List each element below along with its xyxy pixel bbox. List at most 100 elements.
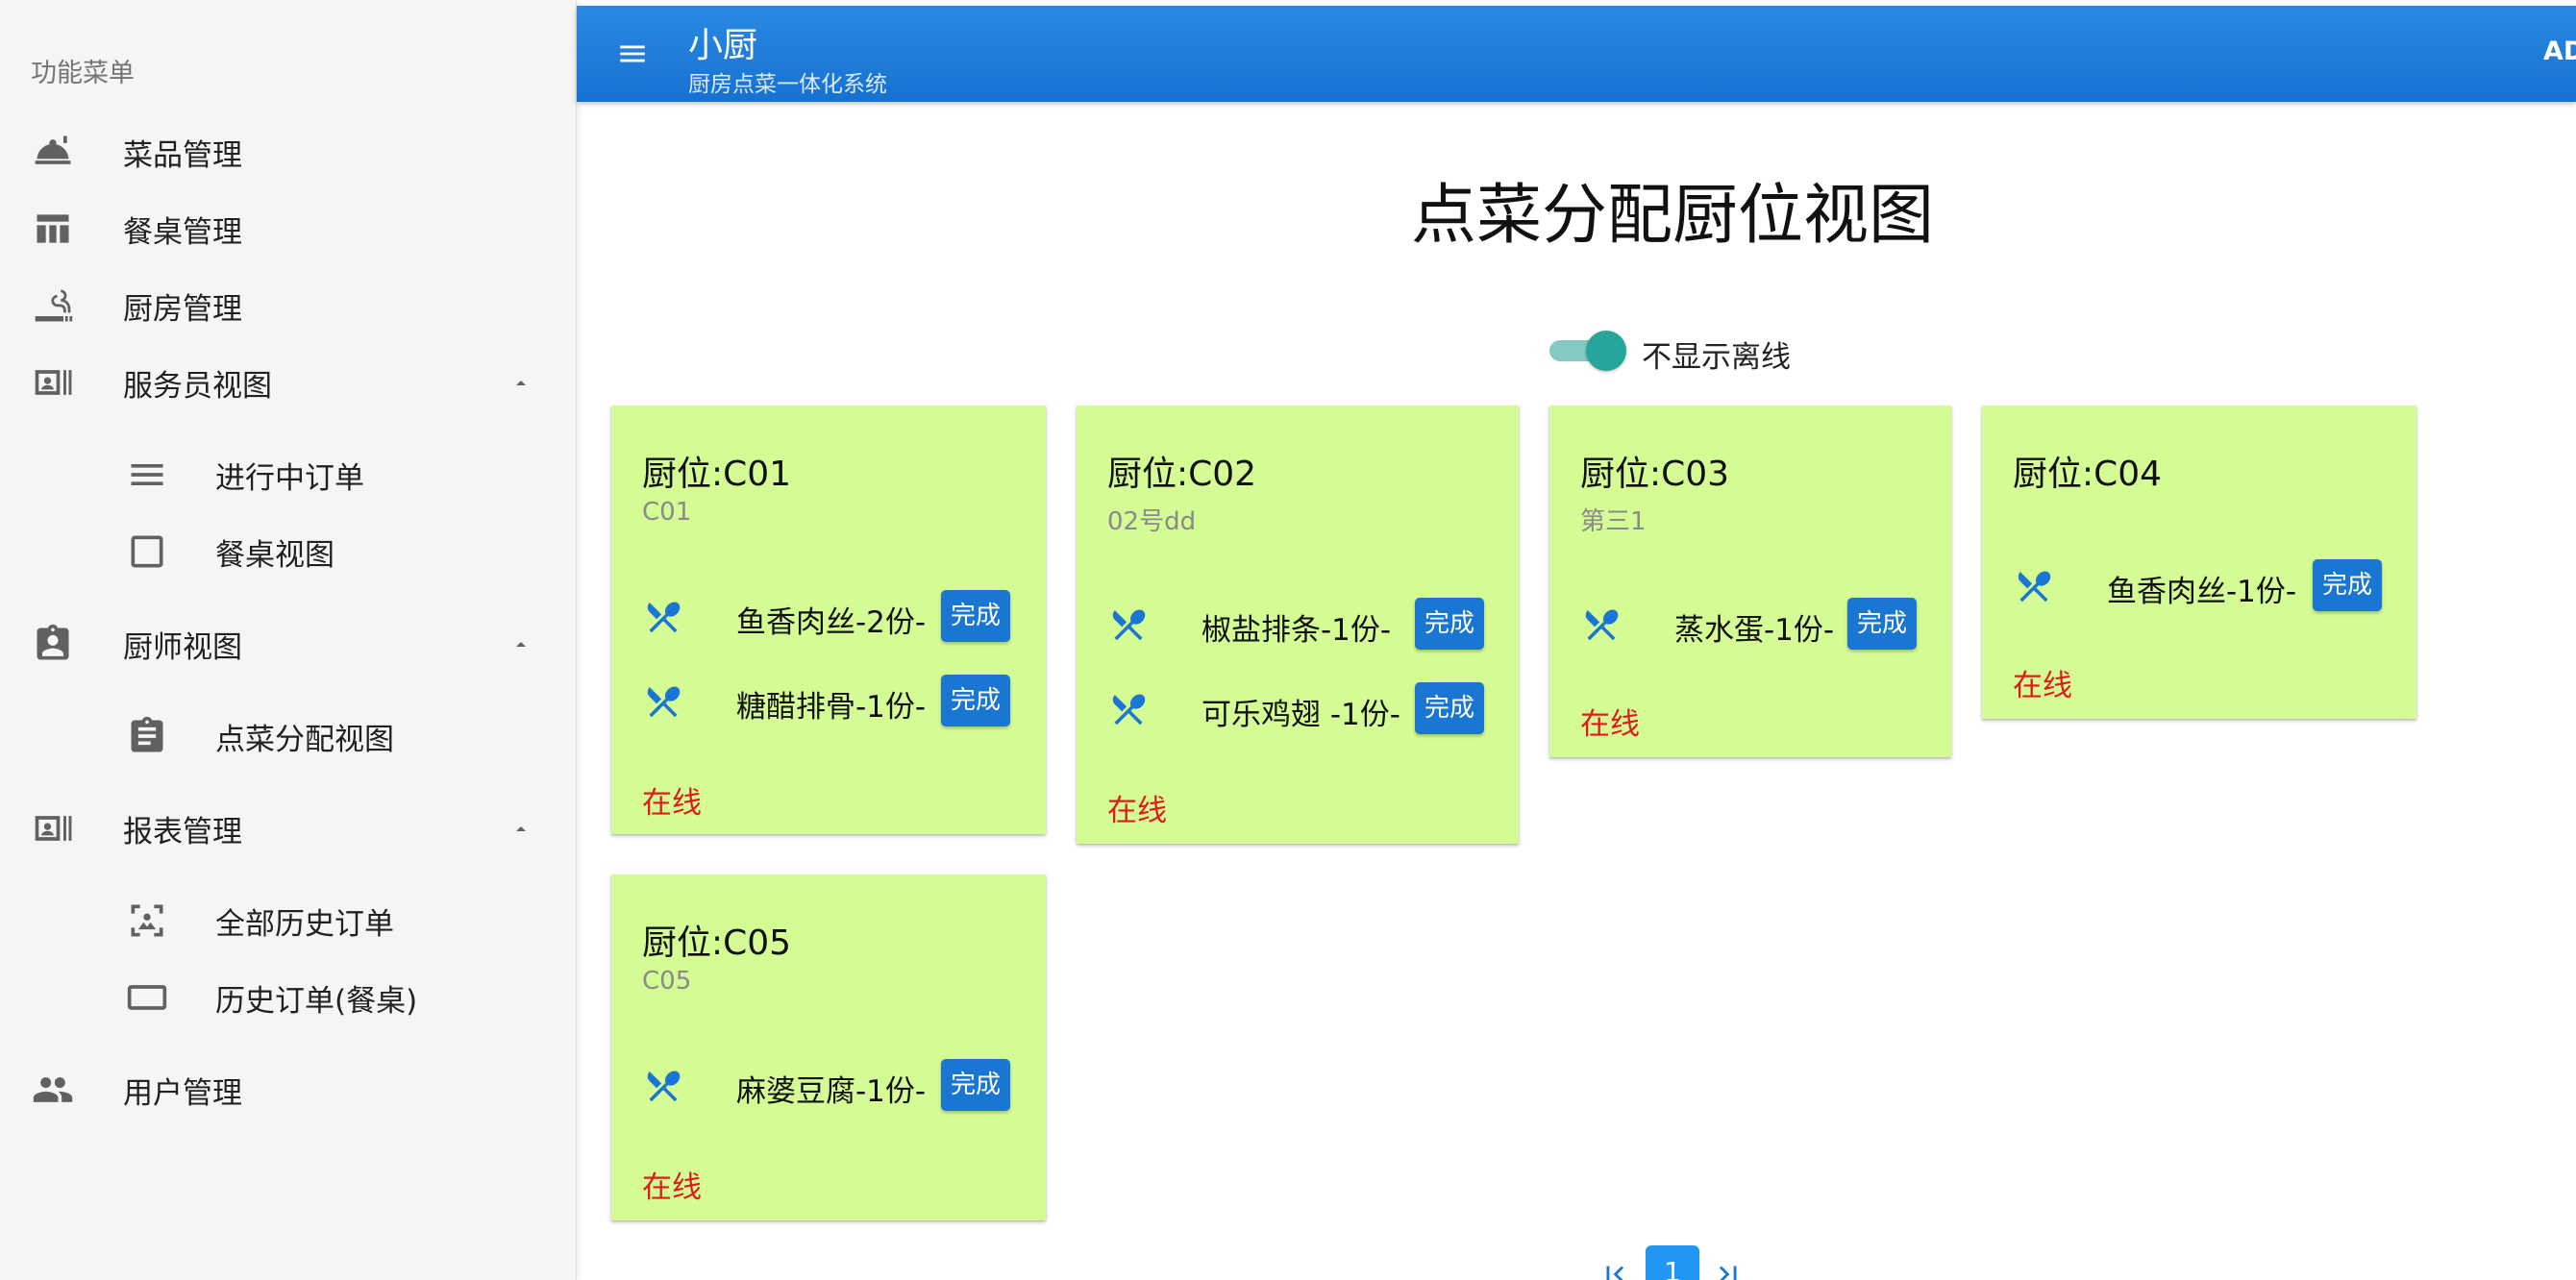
utensils-icon xyxy=(2013,565,2055,607)
table-icon xyxy=(32,208,74,250)
user-menu-button[interactable]: AD xyxy=(2543,37,2576,66)
sidebar-item-label: 报表管理 xyxy=(123,814,242,849)
complete-button[interactable]: 完成 xyxy=(2313,559,2382,611)
station-card-c01: 厨位:C01 C01 鱼香肉丝-2份- 完成 糖醋排骨-1份- 完成 在线 xyxy=(611,406,1046,834)
dish-name: 蒸水蛋-1份- xyxy=(1674,613,1835,648)
utensils-icon xyxy=(1107,688,1150,730)
sidebar: 功能菜单 菜品管理 餐桌管理 厨房管理 服务员视图 进行中订单 餐桌视图 厨师视… xyxy=(0,0,577,1280)
station-status: 在线 xyxy=(642,1170,702,1205)
sidebar-group-report-management[interactable]: 报表管理 xyxy=(0,794,577,863)
sidebar-item-label: 历史订单(餐桌) xyxy=(215,983,418,1019)
station-status: 在线 xyxy=(2013,669,2072,703)
hide-offline-label: 不显示离线 xyxy=(1642,340,1791,375)
sidebar-item-label: 厨师视图 xyxy=(123,629,242,665)
sidebar-group-chef-view[interactable]: 厨师视图 xyxy=(0,609,577,678)
caret-up-icon xyxy=(509,632,533,655)
clipboard-person-icon xyxy=(32,623,74,665)
page-title: 点菜分配厨位视图 xyxy=(1410,178,1934,254)
badge-icon xyxy=(32,807,74,849)
station-title: 厨位:C01 xyxy=(642,455,792,494)
sidebar-item-dish-assignment-view[interactable]: 点菜分配视图 xyxy=(0,702,577,771)
dish-name: 糖醋排骨-1份- xyxy=(736,690,927,725)
dish-row: 鱼香肉丝-1份- 完成 xyxy=(1982,559,2416,613)
dish-row: 麻婆豆腐-1份- 完成 xyxy=(611,1059,1046,1113)
station-card-c05: 厨位:C05 C05 麻婆豆腐-1份- 完成 在线 xyxy=(611,874,1046,1220)
sidebar-item-dish-management[interactable]: 菜品管理 xyxy=(0,117,577,186)
station-subtitle: 第三1 xyxy=(1580,507,1647,536)
complete-button[interactable]: 完成 xyxy=(941,1059,1010,1111)
sidebar-item-table-view[interactable]: 餐桌视图 xyxy=(0,517,577,586)
page-button-current[interactable]: 1 xyxy=(1646,1245,1699,1280)
complete-button[interactable]: 完成 xyxy=(1847,598,1917,650)
sidebar-item-label: 服务员视图 xyxy=(123,368,272,404)
station-status: 在线 xyxy=(1580,707,1640,742)
app-root: 功能菜单 菜品管理 餐桌管理 厨房管理 服务员视图 进行中订单 餐桌视图 厨师视… xyxy=(0,0,2576,1280)
sidebar-item-active-orders[interactable]: 进行中订单 xyxy=(0,440,577,509)
dish-row: 椒盐排条-1份- 完成 xyxy=(1077,598,1519,652)
utensils-icon xyxy=(1580,603,1622,646)
hide-offline-toggle[interactable] xyxy=(1546,331,1628,371)
station-status: 在线 xyxy=(642,786,702,821)
dish-name: 鱼香肉丝-1份- xyxy=(2107,575,2297,609)
dish-row: 可乐鸡翅 -1份- 完成 xyxy=(1077,682,1519,736)
complete-button[interactable]: 完成 xyxy=(941,675,1010,726)
sidebar-item-label: 进行中订单 xyxy=(215,460,364,496)
complete-button[interactable]: 完成 xyxy=(941,590,1010,642)
caret-up-icon xyxy=(509,817,533,840)
app-bar: 小厨 厨房点菜一体化系统 AD xyxy=(577,6,2576,102)
dish-row: 鱼香肉丝-2份- 完成 xyxy=(611,590,1046,644)
square-outline-icon xyxy=(126,530,168,573)
sidebar-item-label: 厨房管理 xyxy=(123,291,242,327)
station-card-c02: 厨位:C02 02号dd 椒盐排条-1份- 完成 可乐鸡翅 -1份- 完成 在线 xyxy=(1077,406,1519,844)
dish-row: 蒸水蛋-1份- 完成 xyxy=(1549,598,1951,652)
station-title: 厨位:C04 xyxy=(2013,455,2163,494)
dish-name: 鱼香肉丝-2份- xyxy=(736,605,927,640)
caret-up-icon xyxy=(509,371,533,394)
dish-tray-icon xyxy=(32,131,74,173)
station-subtitle: 02号dd xyxy=(1107,507,1197,536)
station-title: 厨位:C05 xyxy=(642,923,792,963)
station-status: 在线 xyxy=(1107,794,1167,828)
toggle-thumb xyxy=(1586,331,1626,371)
utensils-icon xyxy=(1107,603,1150,646)
dish-name: 可乐鸡翅 -1份- xyxy=(1201,698,1400,732)
station-subtitle: C01 xyxy=(642,498,692,527)
sidebar-item-table-management[interactable]: 餐桌管理 xyxy=(0,194,577,263)
sidebar-item-label: 餐桌管理 xyxy=(123,214,242,250)
sidebar-item-all-order-history[interactable]: 全部历史订单 xyxy=(0,886,577,955)
dish-name: 椒盐排条-1份- xyxy=(1201,613,1392,648)
complete-button[interactable]: 完成 xyxy=(1415,682,1484,734)
app-title: 小厨 xyxy=(688,26,758,65)
utensils-icon xyxy=(642,596,684,638)
sidebar-item-user-management[interactable]: 用户管理 xyxy=(0,1055,577,1124)
sidebar-item-label: 点菜分配视图 xyxy=(215,722,394,757)
kitchen-icon xyxy=(32,284,74,327)
station-card-c03: 厨位:C03 第三1 蒸水蛋-1份- 完成 在线 xyxy=(1549,406,1951,757)
sidebar-item-label: 菜品管理 xyxy=(123,137,242,173)
app-subtitle: 厨房点菜一体化系统 xyxy=(688,72,887,97)
image-frame-icon xyxy=(126,899,168,942)
first-page-icon[interactable] xyxy=(1596,1255,1634,1280)
people-icon xyxy=(32,1069,74,1111)
sidebar-item-label: 餐桌视图 xyxy=(215,537,334,573)
station-title: 厨位:C03 xyxy=(1580,455,1730,494)
sidebar-item-label: 全部历史订单 xyxy=(215,906,394,942)
station-title: 厨位:C02 xyxy=(1107,455,1257,494)
rectangle-outline-icon xyxy=(126,976,168,1019)
complete-button[interactable]: 完成 xyxy=(1415,598,1484,650)
sidebar-item-kitchen-management[interactable]: 厨房管理 xyxy=(0,271,577,340)
sidebar-group-waiter-view[interactable]: 服务员视图 xyxy=(0,348,577,417)
badge-icon xyxy=(32,361,74,404)
dish-row: 糖醋排骨-1份- 完成 xyxy=(611,675,1046,728)
utensils-icon xyxy=(642,680,684,723)
menu-icon[interactable] xyxy=(613,35,652,73)
utensils-icon xyxy=(642,1065,684,1107)
sidebar-item-table-order-history[interactable]: 历史订单(餐桌) xyxy=(0,963,577,1032)
station-subtitle: C05 xyxy=(642,967,692,996)
dish-name: 麻婆豆腐-1份- xyxy=(736,1074,927,1109)
station-card-c04: 厨位:C04 鱼香肉丝-1份- 完成 在线 xyxy=(1982,406,2416,719)
last-page-icon[interactable] xyxy=(1709,1255,1747,1280)
sidebar-item-label: 用户管理 xyxy=(123,1075,242,1111)
sidebar-header: 功能菜单 xyxy=(31,59,135,88)
list-lines-icon xyxy=(126,454,168,496)
